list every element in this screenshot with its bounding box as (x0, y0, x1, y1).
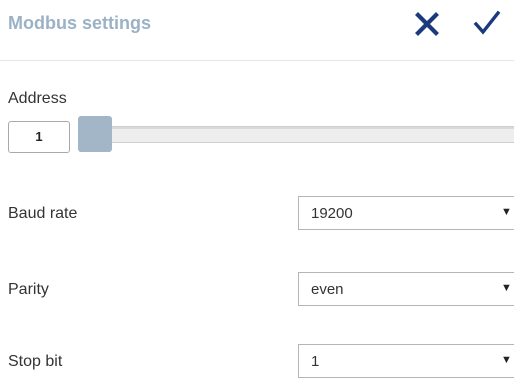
chevron-down-icon: ▼ (501, 282, 512, 294)
parity-selected: even (311, 281, 344, 298)
confirm-button[interactable] (470, 7, 504, 41)
checkmark-icon (473, 10, 501, 35)
close-button[interactable] (410, 7, 444, 41)
chevron-down-icon: ▼ (501, 206, 512, 218)
baud-rate-select[interactable]: 19200 ▼ (298, 196, 514, 230)
address-label: Address (8, 90, 67, 107)
chevron-down-icon: ▼ (501, 354, 512, 366)
parity-label: Parity (8, 281, 49, 298)
address-slider-thumb[interactable] (78, 116, 112, 152)
header-divider (0, 60, 514, 61)
stop-bit-select[interactable]: 1 ▼ (298, 344, 514, 378)
page-title: Modbus settings (8, 13, 151, 33)
baud-rate-label: Baud rate (8, 205, 78, 222)
stop-bit-label: Stop bit (8, 353, 63, 370)
baud-rate-selected: 19200 (311, 205, 353, 222)
parity-select[interactable]: even ▼ (298, 272, 514, 306)
address-slider-track[interactable] (80, 126, 514, 143)
close-icon (415, 12, 439, 36)
address-value-box[interactable]: 1 (8, 121, 70, 153)
stop-bit-selected: 1 (311, 353, 320, 370)
header: Modbus settings (0, 0, 514, 60)
